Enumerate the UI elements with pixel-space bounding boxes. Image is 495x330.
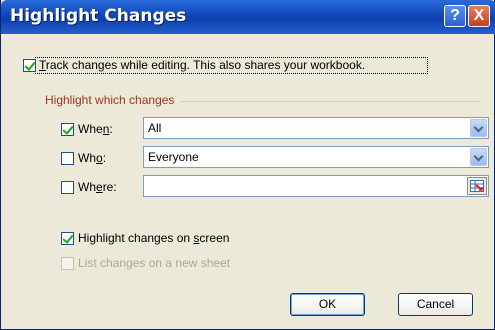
- cancel-button[interactable]: Cancel: [398, 293, 473, 316]
- when-checkbox[interactable]: [61, 123, 74, 136]
- track-changes-checkbox[interactable]: [23, 59, 36, 72]
- list-changes-label: List changes on a new sheet: [78, 256, 231, 270]
- ok-button[interactable]: OK: [290, 293, 365, 316]
- when-select[interactable]: All: [143, 117, 489, 139]
- close-button[interactable]: X: [468, 5, 490, 27]
- when-label[interactable]: When:: [78, 122, 113, 136]
- chevron-down-icon[interactable]: [470, 119, 487, 137]
- who-checkbox[interactable]: [61, 152, 74, 165]
- who-select[interactable]: Everyone: [143, 146, 489, 168]
- where-input[interactable]: [143, 175, 489, 197]
- dialog-title: Highlight Changes: [10, 6, 187, 26]
- title-bar[interactable]: Highlight Changes ? X: [1, 0, 495, 34]
- highlight-changes-dialog: Highlight Changes ? X Track changes whil…: [0, 0, 495, 330]
- who-label[interactable]: Who:: [78, 151, 106, 165]
- highlight-on-screen-label[interactable]: Highlight changes on screen: [78, 231, 229, 245]
- track-changes-label[interactable]: Track changes while editing. This also s…: [39, 58, 365, 72]
- list-changes-checkbox: [61, 257, 74, 270]
- range-selector-icon[interactable]: [467, 177, 487, 195]
- when-value: All: [148, 121, 162, 135]
- where-label[interactable]: Where:: [78, 180, 117, 194]
- where-checkbox[interactable]: [61, 181, 74, 194]
- highlight-on-screen-checkbox[interactable]: [61, 232, 74, 245]
- help-button[interactable]: ?: [444, 5, 466, 27]
- who-value: Everyone: [148, 150, 199, 164]
- group-label: Highlight which changes: [45, 93, 181, 107]
- chevron-down-icon[interactable]: [470, 148, 487, 166]
